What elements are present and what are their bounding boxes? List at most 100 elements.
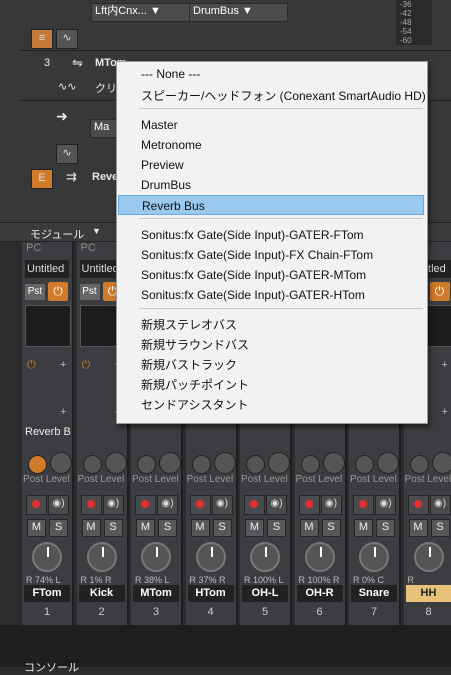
mute-button[interactable]: M (354, 519, 373, 537)
send-level-knob[interactable] (50, 452, 72, 474)
send-enable-button[interactable] (355, 455, 374, 474)
power-icon[interactable]: ⏻ (27, 359, 36, 372)
input-echo-button[interactable]: ◉) (430, 495, 451, 515)
send-enable-button[interactable] (192, 455, 211, 474)
send-level-knob[interactable] (377, 452, 399, 474)
send-enable-button[interactable] (301, 455, 320, 474)
send-level-knob[interactable] (214, 452, 236, 474)
send-level-knob[interactable] (268, 452, 290, 474)
record-button[interactable] (81, 495, 102, 515)
menu-item[interactable]: Sonitus:fx Gate(Side Input)-GATER-HTom (118, 285, 424, 305)
send-enable-button[interactable] (28, 455, 47, 474)
send-level-knob[interactable] (432, 452, 451, 474)
add-icon[interactable]: + (60, 406, 66, 418)
mute-button[interactable]: M (409, 519, 428, 537)
pan-knob[interactable] (359, 542, 389, 572)
record-button[interactable] (26, 495, 47, 515)
add-icon[interactable]: + (442, 406, 448, 418)
send-enable-button[interactable] (246, 455, 265, 474)
record-button[interactable] (135, 495, 156, 515)
strip-name[interactable]: HTom (188, 585, 234, 602)
menu-item[interactable]: Sonitus:fx Gate(Side Input)-GATER-MTom (118, 265, 424, 285)
send-enable-button[interactable] (137, 455, 156, 474)
mute-button[interactable]: M (136, 519, 155, 537)
solo-button[interactable]: S (158, 519, 177, 537)
strip-name[interactable]: FTom (24, 585, 70, 602)
send-level-knob[interactable] (105, 452, 127, 474)
record-button[interactable] (299, 495, 320, 515)
pan-knob[interactable] (32, 542, 62, 572)
record-button[interactable] (353, 495, 374, 515)
input-echo-button[interactable]: ◉) (103, 495, 124, 515)
menu-item[interactable]: 新規サラウンドバス (118, 335, 424, 355)
pan-knob[interactable] (87, 542, 117, 572)
power-icon[interactable]: ⏻ (48, 282, 68, 301)
automation-icon[interactable]: ∿ (56, 29, 78, 49)
mute-button[interactable]: M (300, 519, 319, 537)
track-icon-button[interactable]: ≡ (31, 29, 53, 49)
send-enable-button[interactable] (410, 455, 429, 474)
mute-button[interactable]: M (82, 519, 101, 537)
automation-icon[interactable]: ∿ (56, 144, 78, 164)
menu-item[interactable]: 新規バストラック (118, 355, 424, 375)
mute-button[interactable]: M (245, 519, 264, 537)
mute-button[interactable]: M (27, 519, 46, 537)
reverb-track-name[interactable]: Reve (92, 171, 118, 183)
menu-item[interactable]: 新規ステレオバス (118, 315, 424, 335)
input-echo-button[interactable]: ◉) (212, 495, 233, 515)
input-echo-button[interactable]: ◉) (266, 495, 287, 515)
pan-knob[interactable] (414, 542, 444, 572)
send-level-knob[interactable] (323, 452, 345, 474)
solo-button[interactable]: S (267, 519, 286, 537)
e-button[interactable]: E (31, 169, 53, 189)
strip-name[interactable]: MTom (133, 585, 179, 602)
power-icon[interactable]: ⏻ (430, 282, 450, 301)
console-tab[interactable]: コンソール (24, 659, 79, 675)
record-button[interactable] (244, 495, 265, 515)
input-echo-button[interactable]: ◉) (48, 495, 69, 515)
strip-name[interactable]: OH-L (242, 585, 288, 602)
menu-item[interactable]: Preview (118, 155, 424, 175)
menu-item[interactable]: Sonitus:fx Gate(Side Input)-FX Chain-FTo… (118, 245, 424, 265)
solo-button[interactable]: S (376, 519, 395, 537)
send-level-knob[interactable] (159, 452, 181, 474)
menu-item[interactable]: Reverb Bus (118, 195, 424, 215)
solo-button[interactable]: S (431, 519, 450, 537)
power-icon[interactable]: ⏻ (82, 359, 91, 372)
menu-item[interactable]: Sonitus:fx Gate(Side Input)-GATER-FTom (118, 225, 424, 245)
menu-item[interactable]: スピーカー/ヘッドフォン (Conexant SmartAudio HD) (118, 86, 424, 106)
menu-item[interactable]: Metronome (118, 135, 424, 155)
module-label[interactable]: モジュール (30, 226, 84, 242)
mute-button[interactable]: M (191, 519, 210, 537)
preset-name[interactable]: Untitled (25, 260, 69, 278)
pan-knob[interactable] (196, 542, 226, 572)
menu-item[interactable]: Master (118, 115, 424, 135)
input-echo-button[interactable]: ◉) (375, 495, 396, 515)
menu-item[interactable]: --- None --- (118, 64, 424, 84)
solo-button[interactable]: S (104, 519, 123, 537)
input-echo-button[interactable]: ◉) (321, 495, 342, 515)
menu-item[interactable]: DrumBus (118, 175, 424, 195)
send-enable-button[interactable] (83, 455, 102, 474)
menu-item[interactable]: センドアシスタント (118, 395, 424, 415)
solo-button[interactable]: S (213, 519, 232, 537)
solo-button[interactable]: S (49, 519, 68, 537)
chevron-down-icon[interactable]: ▼ (92, 226, 101, 236)
output-select[interactable]: DrumBus ▼ (189, 3, 288, 22)
strip-name[interactable]: Kick (79, 585, 125, 602)
record-button[interactable] (190, 495, 211, 515)
input-select[interactable]: Lft内Cnx... ▼ (91, 3, 191, 22)
add-icon[interactable]: + (60, 359, 66, 371)
send-name[interactable]: Reverb B (25, 426, 71, 443)
pan-knob[interactable] (305, 542, 335, 572)
add-icon[interactable]: + (442, 359, 448, 371)
preset-button[interactable]: Pst (80, 284, 100, 300)
solo-button[interactable]: S (322, 519, 341, 537)
strip-name[interactable]: HH (406, 585, 451, 602)
strip-name[interactable]: Snare (351, 585, 397, 602)
strip-name[interactable]: OH-R (297, 585, 343, 602)
menu-item[interactable]: 新規パッチポイント (118, 375, 424, 395)
pan-knob[interactable] (141, 542, 171, 572)
record-button[interactable] (408, 495, 429, 515)
pan-knob[interactable] (250, 542, 280, 572)
